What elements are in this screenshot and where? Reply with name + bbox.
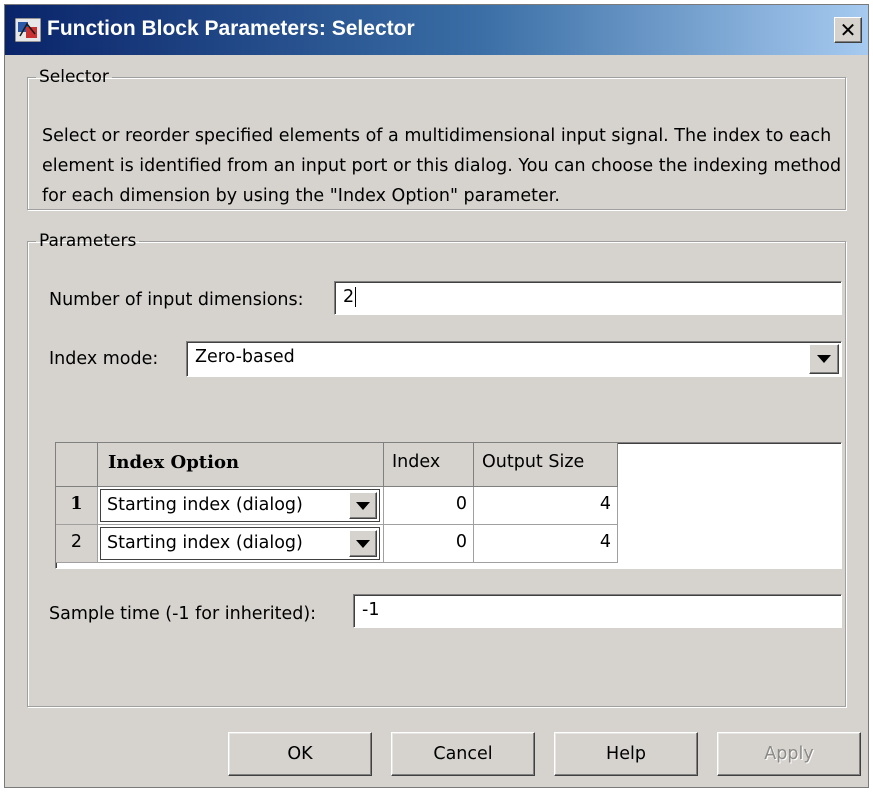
- row-2-index-cell[interactable]: 0: [384, 525, 474, 563]
- cancel-button[interactable]: Cancel: [391, 732, 535, 776]
- row-number-2[interactable]: 2: [56, 525, 98, 563]
- index-mode-dropdown-button[interactable]: [809, 344, 839, 374]
- window-title: Function Block Parameters: Selector: [47, 17, 415, 40]
- header-index-option[interactable]: Index Option: [98, 443, 384, 487]
- table-corner-header: [56, 443, 98, 487]
- help-button[interactable]: Help: [554, 732, 698, 776]
- row-2-dropdown-button[interactable]: [349, 530, 377, 557]
- index-mode-label: Index mode:: [49, 349, 159, 369]
- block-description: Select or reorder specified elements of …: [42, 126, 842, 206]
- header-index[interactable]: Index: [384, 443, 474, 487]
- text-caret: [355, 287, 357, 307]
- sample-time-field[interactable]: -1: [353, 594, 842, 628]
- apply-button[interactable]: Apply: [717, 732, 861, 776]
- row-1-output-size-cell[interactable]: 4: [474, 487, 618, 525]
- dialog-window: Function Block Parameters: Selector ✕ Se…: [4, 4, 869, 788]
- table-row-2-option-cell: Starting index (dialog): [98, 525, 384, 563]
- close-button[interactable]: ✕: [834, 17, 862, 43]
- row-2-index-option-dropdown[interactable]: Starting index (dialog): [100, 527, 380, 560]
- row-1-dropdown-button[interactable]: [349, 492, 377, 519]
- chevron-down-icon: [817, 355, 831, 363]
- row-1-index-cell[interactable]: 0: [384, 487, 474, 525]
- index-mode-dropdown[interactable]: Zero-based: [186, 341, 842, 377]
- row-1-index-option-value: Starting index (dialog): [107, 495, 303, 515]
- row-2-index-option-value: Starting index (dialog): [107, 533, 303, 553]
- row-number-1[interactable]: 1: [56, 487, 98, 525]
- chevron-down-icon: [356, 539, 370, 548]
- sample-time-value: -1: [362, 600, 380, 620]
- chevron-down-icon: [356, 501, 370, 510]
- close-icon: ✕: [839, 18, 857, 42]
- index-table: Index Option Index Output Size 1 Startin…: [55, 442, 842, 569]
- selector-group: Selector Select or reorder specified ele…: [27, 67, 846, 210]
- selector-group-legend: Selector: [39, 67, 109, 87]
- num-dims-field[interactable]: 2: [334, 281, 842, 315]
- num-dims-value: 2: [343, 287, 355, 307]
- parameters-group-legend: Parameters: [39, 231, 137, 251]
- title-bar[interactable]: Function Block Parameters: Selector ✕: [5, 5, 868, 55]
- num-dims-label: Number of input dimensions:: [49, 290, 304, 310]
- row-1-index-option-dropdown[interactable]: Starting index (dialog): [100, 489, 380, 522]
- index-mode-value: Zero-based: [195, 347, 295, 367]
- row-2-output-size-cell[interactable]: 4: [474, 525, 618, 563]
- table-row-1-option-cell: Starting index (dialog): [98, 487, 384, 525]
- ok-button[interactable]: OK: [228, 732, 372, 776]
- simulink-block-icon: [15, 18, 41, 42]
- sample-time-label: Sample time (-1 for inherited):: [49, 604, 317, 624]
- header-output-size[interactable]: Output Size: [474, 443, 618, 487]
